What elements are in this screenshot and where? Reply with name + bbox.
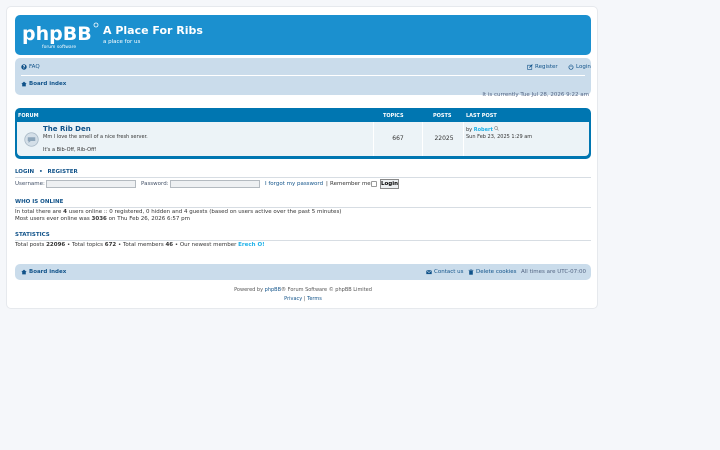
faq-link[interactable]: ? FAQ [21,64,40,70]
login-heading-label[interactable]: LOGIN [15,169,34,175]
username-input[interactable] [46,180,136,188]
page-wrapper: phpBB forum software A Place For Ribs a … [6,6,598,309]
record-count: 3036 [91,216,107,222]
record-suffix: on Thu Feb 26, 2026 6:57 pm [108,216,190,222]
privacy-link[interactable]: Privacy [284,296,302,302]
phpbb-link[interactable]: phpBB [265,287,281,293]
contact-us-link[interactable]: Contact us [426,269,464,275]
home-icon [21,269,27,275]
envelope-icon [426,269,432,275]
powered-prefix: Powered by [234,287,264,293]
login-label: Login [576,64,591,70]
delete-cookies-label: Delete cookies [476,269,517,275]
password-input[interactable] [170,180,260,188]
total-topics-label: • Total topics [66,242,104,248]
footer-links: Privacy | Terms [7,296,599,302]
footer-navbar: Board index Contact us Delete cookies Al… [15,264,591,280]
timezone-info: All times are UTC-07:00 [521,269,586,275]
online-prefix: In total there are [15,209,62,215]
register-link[interactable]: Register [527,64,558,70]
password-label: Password: [141,181,169,187]
posts-column-header: POSTS [433,113,452,119]
edit-icon [527,64,533,70]
timezone-label: All times are [521,269,556,275]
last-post-author-link[interactable]: Robert [474,127,493,133]
statistics-line: Total posts 22096 • Total topics 672 • T… [15,242,265,248]
contact-us-label: Contact us [434,269,464,275]
online-count: 4 [63,209,67,215]
topics-column-header: TOPICS [383,113,404,119]
statistics-divider [15,240,591,241]
view-latest-post-icon[interactable] [494,126,500,131]
footer-board-index-label: Board index [29,269,67,275]
total-members-label: • Total members [118,242,164,248]
posts-count: 22025 [434,135,454,142]
breadcrumb-board-index[interactable]: Board index [21,81,66,87]
forum-read-icon [24,132,39,147]
site-description: a place for us [103,39,141,45]
last-post-info: by Robert Sun Feb 23, 2025 1:29 am [466,126,532,141]
login-link[interactable]: Login [568,64,591,70]
terms-link[interactable]: Terms [307,296,322,302]
topics-count: 667 [392,135,404,142]
navbar-divider [21,75,585,76]
total-members-value: 46 [165,242,174,248]
phpbb-logo[interactable]: phpBB forum software [22,20,102,50]
question-icon: ? [21,64,27,70]
powered-by: Powered by phpBB® Forum Software © phpBB… [7,287,599,293]
trash-icon [468,269,474,275]
record-prefix: Most users ever online was [15,216,90,222]
current-time: It is currently Tue Jul 28, 2026 9:22 am [482,92,589,98]
total-posts-value: 22096 [46,242,66,248]
powered-suffix: ® Forum Software © phpBB Limited [281,287,372,293]
navbar: ? FAQ Register Login Board index [15,58,591,95]
newest-member-link[interactable]: Erech O! [238,242,264,248]
power-icon [568,64,574,70]
who-is-online-heading[interactable]: WHO IS ONLINE [15,199,63,205]
statistics-heading: STATISTICS [15,232,50,238]
home-icon [21,81,27,87]
forum-subdescription: It's a Bib-Off, Rib-Off! [43,147,97,153]
pipe-separator: | [326,181,328,187]
login-heading-link[interactable]: LOGIN • REGISTER [15,169,78,175]
total-posts-label: Total posts [15,242,45,248]
login-button[interactable]: Login [380,179,399,189]
heading-separator: • [39,169,43,175]
register-heading-link[interactable]: REGISTER [48,169,78,175]
faq-label: FAQ [29,64,40,70]
footer-separator: | [303,296,306,302]
forum-title-link[interactable]: The Rib Den [43,125,91,133]
remember-me-checkbox[interactable] [371,181,377,187]
total-topics-value: 672 [104,242,117,248]
logo-wordmark: phpBB [22,23,92,45]
remember-me-label: Remember me [330,181,371,187]
forgot-password-link[interactable]: I forgot my password [265,181,323,187]
newest-member-label: • Our newest member [174,242,237,248]
logo-orbit-icon [93,22,99,28]
timezone-value: UTC-07:00 [557,269,587,275]
logo-subtext: forum software [42,44,76,50]
online-suffix: users online :: 0 registered, 0 hidden a… [68,209,342,215]
footer-board-index-link[interactable]: Board index [21,269,66,275]
site-title[interactable]: A Place For Ribs [103,24,203,37]
column-divider [373,122,374,156]
forum-list: FORUM TOPICS POSTS LAST POST The Rib Den… [15,108,591,159]
online-total-line: In total there are 4 users online :: 0 r… [15,209,341,215]
last-post-column-header: LAST POST [466,113,497,119]
login-divider [15,177,591,178]
register-label: Register [535,64,558,70]
online-record-line: Most users ever online was 3036 on Thu F… [15,216,190,222]
last-post-by: by [466,127,473,133]
site-header: phpBB forum software A Place For Ribs a … [15,15,591,55]
username-label: Username: [15,181,45,187]
last-post-date: Sun Feb 23, 2025 1:29 am [466,134,533,140]
forum-description: Mm I love the smell of a nice fresh serv… [43,134,148,140]
delete-cookies-link[interactable]: Delete cookies [468,269,517,275]
breadcrumb-label: Board index [29,81,67,87]
forum-row: The Rib Den Mm I love the smell of a nic… [17,122,589,156]
online-divider [15,207,591,208]
forum-column-header: FORUM [18,113,39,119]
